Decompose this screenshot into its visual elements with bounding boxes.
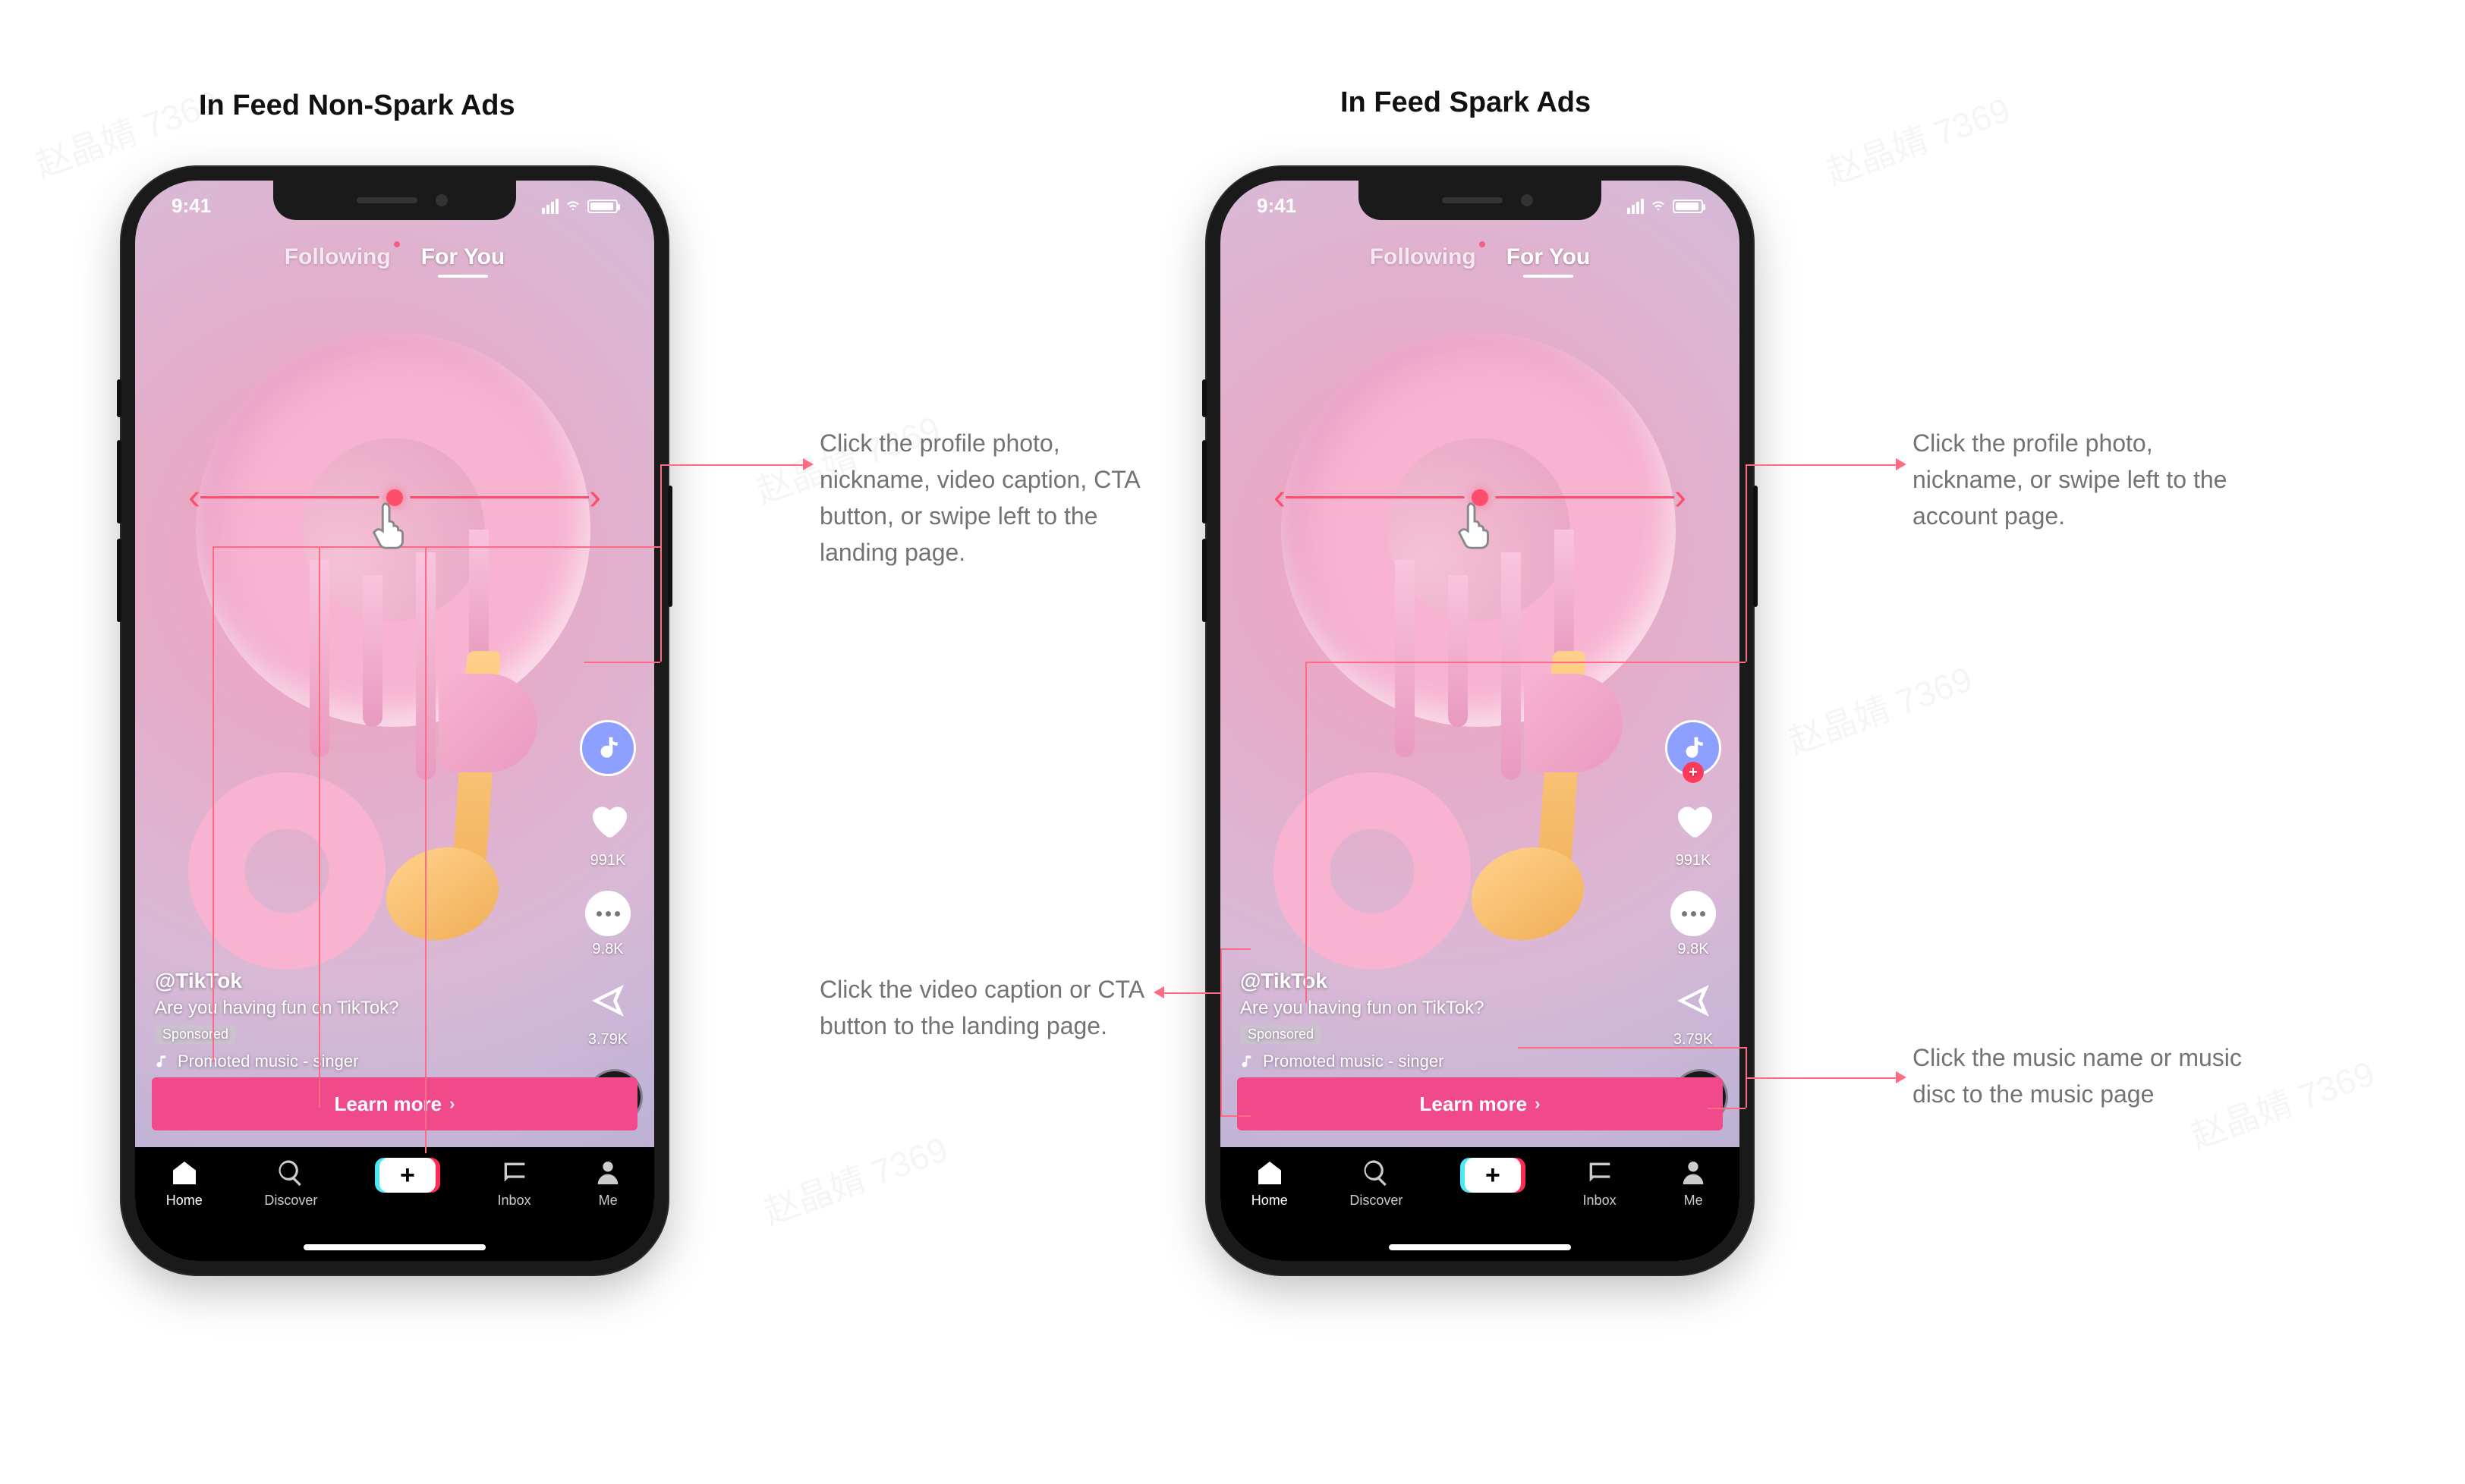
share-count: 3.79K: [588, 1031, 628, 1049]
search-icon: [1361, 1158, 1391, 1188]
status-icons: [542, 194, 618, 218]
sponsored-tag: Sponsored: [155, 1025, 236, 1044]
status-icons: [1627, 194, 1703, 218]
tab-following[interactable]: Following: [1370, 244, 1476, 270]
plus-icon: +: [1485, 1162, 1500, 1188]
nav-home[interactable]: Home: [166, 1158, 203, 1209]
phone-mock-spark: 9:41 Following For You ‹ ›: [1207, 167, 1753, 1275]
comment-count: 9.8K: [1677, 941, 1708, 958]
signal-icon: [1627, 199, 1644, 214]
nickname-link[interactable]: @TikTok: [1240, 969, 1626, 993]
sponsored-tag: Sponsored: [1240, 1025, 1321, 1044]
watermark: 赵晶婧 7369: [1780, 652, 1978, 765]
phone-screen: 9:41 Following For You ‹ ›: [1220, 181, 1739, 1261]
nav-inbox[interactable]: Inbox: [1583, 1158, 1617, 1209]
chevron-right-icon: ›: [1535, 1094, 1540, 1114]
tiktok-note-icon: [593, 734, 622, 762]
like-count: 991K: [1676, 852, 1711, 869]
cta-button[interactable]: Learn more›: [1237, 1077, 1723, 1130]
nav-create[interactable]: +: [379, 1158, 436, 1213]
inbox-icon: [1585, 1158, 1615, 1188]
profile-photo-button[interactable]: +: [1665, 720, 1721, 776]
inbox-icon: [499, 1158, 530, 1188]
heading-non-spark: In Feed Non-Spark Ads: [199, 90, 515, 122]
bottom-tab-bar: Home Discover + Inbox Me: [135, 1147, 654, 1261]
phone-notch: [273, 181, 516, 220]
annotation-spark-caption-cta: Click the video caption or CTA button to…: [820, 971, 1154, 1044]
status-time: 9:41: [172, 194, 211, 218]
music-note-icon: [155, 1054, 170, 1069]
search-icon: [275, 1158, 306, 1188]
comment-count: 9.8K: [592, 941, 623, 958]
share-count: 3.79K: [1673, 1031, 1713, 1049]
home-indicator: [1389, 1244, 1571, 1250]
like-button[interactable]: [585, 797, 631, 847]
plus-icon: +: [400, 1162, 415, 1188]
status-time: 9:41: [1257, 194, 1296, 218]
nav-create[interactable]: +: [1465, 1158, 1521, 1213]
wifi-icon: [565, 194, 581, 218]
create-button[interactable]: +: [379, 1158, 436, 1193]
home-icon: [169, 1158, 200, 1188]
battery-icon: [587, 200, 618, 213]
phone-notch: [1358, 181, 1601, 220]
like-button[interactable]: [1670, 797, 1716, 847]
music-note-icon: [1240, 1054, 1255, 1069]
follow-plus-icon[interactable]: +: [1683, 762, 1704, 783]
pointer-cursor-icon: [1448, 499, 1501, 556]
battery-icon: [1673, 200, 1703, 213]
nav-discover[interactable]: Discover: [264, 1158, 317, 1209]
nav-discover[interactable]: Discover: [1349, 1158, 1402, 1209]
wifi-icon: [1650, 194, 1667, 218]
nav-home[interactable]: Home: [1251, 1158, 1288, 1209]
phone-mock-non-spark: 9:41 Following For You ‹ ›: [121, 167, 668, 1275]
home-icon: [1255, 1158, 1285, 1188]
tiktok-note-icon: [1679, 734, 1708, 762]
share-button[interactable]: [1672, 979, 1714, 1027]
nav-inbox[interactable]: Inbox: [498, 1158, 531, 1209]
nav-me[interactable]: Me: [593, 1158, 623, 1209]
pointer-cursor-icon: [363, 499, 416, 556]
music-name-link[interactable]: Promoted music - singer: [1240, 1052, 1626, 1071]
home-indicator: [304, 1244, 486, 1250]
comment-button[interactable]: [1670, 891, 1716, 936]
create-button[interactable]: +: [1465, 1158, 1521, 1193]
tab-for-you[interactable]: For You: [1506, 244, 1591, 270]
heading-spark: In Feed Spark Ads: [1340, 86, 1591, 119]
tab-for-you[interactable]: For You: [421, 244, 505, 270]
watermark: 赵晶婧 7369: [756, 1122, 953, 1235]
annotation-spark-top: Click the profile photo, nickname, or sw…: [1912, 425, 2246, 534]
signal-icon: [542, 199, 559, 214]
like-count: 991K: [590, 852, 626, 869]
person-icon: [1678, 1158, 1708, 1188]
share-button[interactable]: [587, 979, 629, 1027]
annotation-spark-music: Click the music name or music disc to th…: [1912, 1039, 2246, 1112]
comment-button[interactable]: [585, 891, 631, 936]
chevron-right-icon: ›: [449, 1094, 455, 1114]
cta-button[interactable]: Learn more›: [152, 1077, 638, 1130]
watermark: 赵晶婧 7369: [1818, 83, 2016, 196]
tab-following[interactable]: Following: [285, 244, 391, 270]
video-caption-link[interactable]: Are you having fun on TikTok?: [1240, 998, 1626, 1019]
nav-me[interactable]: Me: [1678, 1158, 1708, 1209]
profile-photo-button[interactable]: [580, 720, 636, 776]
bottom-tab-bar: Home Discover + Inbox Me: [1220, 1147, 1739, 1261]
person-icon: [593, 1158, 623, 1188]
annotation-non-spark-top: Click the profile photo, nickname, video…: [820, 425, 1154, 571]
